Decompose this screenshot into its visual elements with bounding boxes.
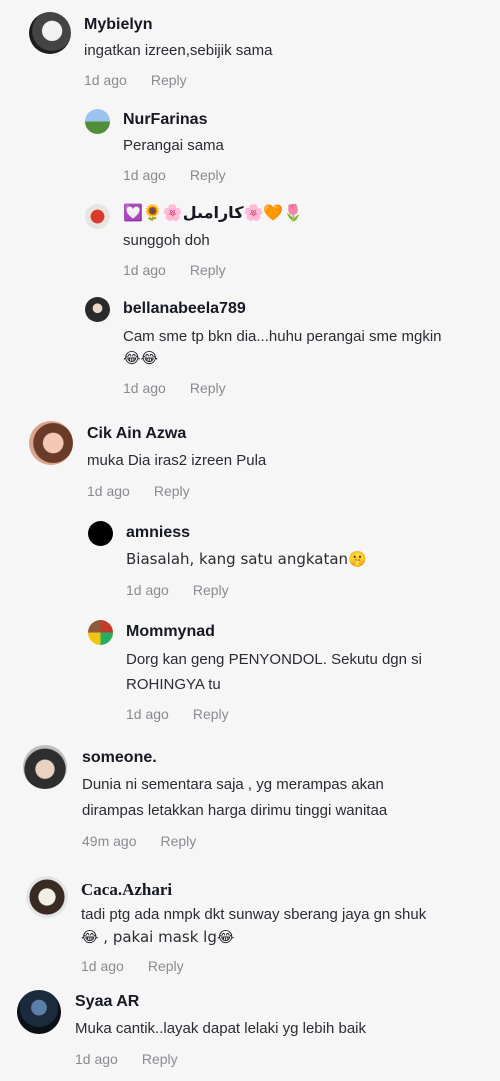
comment-time: 1d ago: [81, 958, 124, 974]
comment-text: muka Dia iras2 izreen Pula: [87, 452, 267, 469]
avatar[interactable]: [26, 876, 68, 918]
comment-username[interactable]: Mybielyn: [84, 16, 152, 34]
comment-text: Dunia ni sementara saja , yg merampas ak…: [82, 776, 384, 793]
comment-time: 1d ago: [87, 483, 130, 499]
comment-meta: 49m ago Reply: [82, 833, 196, 849]
comment-meta: 1d ago Reply: [84, 72, 187, 88]
comment-time: 1d ago: [126, 706, 169, 722]
reply-button[interactable]: Reply: [190, 167, 226, 183]
comment-username[interactable]: amniess: [126, 524, 190, 542]
avatar[interactable]: [88, 620, 113, 645]
comment-text: Dorg kan geng PENYONDOL. Sekutu dgn si: [126, 651, 422, 668]
comment-time: 49m ago: [82, 833, 137, 849]
reply-button[interactable]: Reply: [148, 958, 184, 974]
comment-text: 😂 , pakai mask lg😂: [81, 928, 235, 946]
comment-username[interactable]: NurFarinas: [123, 111, 207, 129]
comment-text: Perangai sama: [123, 137, 224, 154]
comment-username[interactable]: someone.: [82, 749, 157, 767]
comment-text: ingatkan izreen,sebijik sama: [84, 42, 273, 59]
comment-text: tadi ptg ada nmpk dkt sunway sberang jay…: [81, 906, 427, 923]
avatar[interactable]: [17, 990, 61, 1034]
avatar[interactable]: [85, 297, 110, 322]
avatar[interactable]: [23, 745, 67, 789]
comment-text: 😂😂: [123, 349, 159, 367]
avatar[interactable]: [85, 109, 110, 134]
comment-username[interactable]: 💟🌻🌸كارامىل🌸🧡🌷: [123, 203, 303, 222]
comment-text: Muka cantik..layak dapat lelaki yg lebih…: [75, 1020, 366, 1037]
comment-meta: 1d ago Reply: [123, 262, 226, 278]
comment-meta: 1d ago Reply: [75, 1051, 178, 1067]
comment-meta: 1d ago Reply: [123, 380, 226, 396]
comment-time: 1d ago: [126, 582, 169, 598]
comment-username[interactable]: bellanabeela789: [123, 300, 246, 318]
comment-time: 1d ago: [123, 262, 166, 278]
reply-button[interactable]: Reply: [193, 582, 229, 598]
avatar[interactable]: [29, 12, 71, 54]
reply-button[interactable]: Reply: [190, 262, 226, 278]
reply-button[interactable]: Reply: [190, 380, 226, 396]
comment-meta: 1d ago Reply: [126, 706, 229, 722]
comment-text: ROHINGYA tu: [126, 676, 221, 693]
comment-username[interactable]: Syaa AR: [75, 993, 139, 1011]
reply-button[interactable]: Reply: [142, 1051, 178, 1067]
comment-time: 1d ago: [84, 72, 127, 88]
reply-button[interactable]: Reply: [160, 833, 196, 849]
comment-meta: 1d ago Reply: [126, 582, 229, 598]
avatar[interactable]: [85, 204, 110, 229]
reply-button[interactable]: Reply: [151, 72, 187, 88]
comment-username[interactable]: Cik Ain Azwa: [87, 425, 186, 443]
reply-button[interactable]: Reply: [193, 706, 229, 722]
comment-time: 1d ago: [123, 380, 166, 396]
comment-time: 1d ago: [75, 1051, 118, 1067]
comment-username[interactable]: Mommynad: [126, 623, 215, 641]
comment-meta: 1d ago Reply: [87, 483, 190, 499]
reply-button[interactable]: Reply: [154, 483, 190, 499]
comment-meta: 1d ago Reply: [81, 958, 184, 974]
comment-text: Biasalah, kang satu angkatan🤫: [126, 550, 367, 568]
comment-text: dirampas letakkan harga dirimu tinggi wa…: [82, 802, 388, 819]
comment-text: sunggoh doh: [123, 232, 210, 249]
comment-text: Cam sme tp bkn dia...huhu perangai sme m…: [123, 328, 442, 345]
comment-time: 1d ago: [123, 167, 166, 183]
comment-username[interactable]: Caca.Azhari: [81, 880, 172, 900]
avatar[interactable]: [29, 421, 73, 465]
comment-meta: 1d ago Reply: [123, 167, 226, 183]
avatar[interactable]: [88, 521, 113, 546]
